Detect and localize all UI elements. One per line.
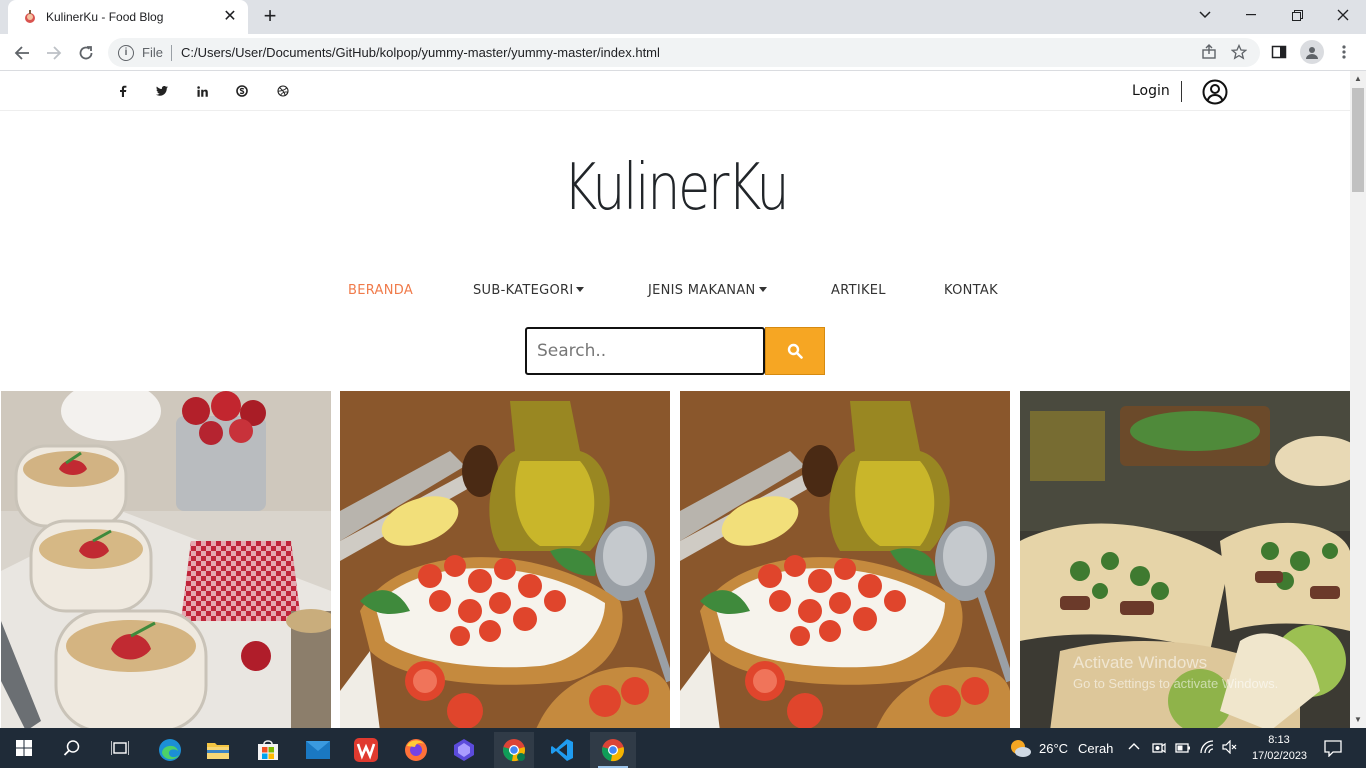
mail-icon[interactable]	[298, 732, 338, 768]
site-info-icon[interactable]: i	[118, 44, 134, 61]
address-bar: i File C:/Users/User/Documents/GitHub/ko…	[0, 34, 1366, 71]
file-explorer-icon[interactable]	[198, 732, 238, 768]
wifi-icon[interactable]	[1199, 740, 1215, 754]
windows-start-icon[interactable]	[4, 730, 44, 766]
search-input[interactable]	[525, 327, 765, 375]
gallery-photo-bruschetta[interactable]	[340, 391, 670, 728]
battery-icon[interactable]	[1175, 742, 1191, 754]
browser-tab-bar: KulinerKu - Food Blog ✕ +	[0, 0, 1366, 34]
clock-time: 8:13	[1268, 734, 1290, 746]
login-link[interactable]: Login	[1132, 83, 1170, 99]
edge-browser-icon[interactable]	[150, 732, 190, 768]
forward-icon[interactable]	[40, 39, 68, 67]
system-clock[interactable]: 8:13 17/02/2023	[1252, 732, 1308, 764]
nav-sub-kategori-label: SUB-KATEGORI	[473, 283, 574, 298]
top-header: Login	[0, 71, 1350, 111]
clock-date: 17/02/2023	[1252, 750, 1308, 762]
microsoft-store-icon[interactable]	[248, 732, 288, 768]
app-hexagon-icon[interactable]	[444, 732, 484, 768]
page-scrollbar[interactable]: ▲ ▼	[1350, 71, 1366, 728]
bookmark-star-icon[interactable]	[1229, 42, 1249, 62]
nav-kontak[interactable]: KONTAK	[944, 283, 998, 298]
restore-icon[interactable]	[1274, 0, 1320, 30]
tab-title: KulinerKu - Food Blog	[46, 10, 164, 24]
share-icon[interactable]	[1199, 42, 1219, 62]
site-logo[interactable]: KulinerKu	[122, 151, 1229, 225]
user-account-icon[interactable]	[1202, 79, 1228, 105]
search-icon	[787, 343, 803, 359]
speaker-muted-icon[interactable]	[1222, 740, 1238, 754]
task-view-icon[interactable]	[100, 730, 140, 766]
scroll-down-icon[interactable]: ▼	[1350, 712, 1366, 728]
browser-menu-icon[interactable]	[1334, 42, 1354, 62]
wps-office-icon[interactable]	[346, 732, 386, 768]
page-viewport: Login KulinerKu BERANDA SUB-KATEGORI JEN…	[0, 71, 1350, 728]
login-divider	[1181, 81, 1182, 102]
search-icon[interactable]	[52, 730, 92, 766]
nav-sub-kategori-dropdown[interactable]: SUB-KATEGORI	[473, 283, 585, 298]
caret-down-icon	[758, 287, 767, 292]
meet-now-icon[interactable]	[1152, 740, 1166, 756]
weather-cloud-sun-icon[interactable]	[1009, 738, 1031, 758]
close-tab-icon[interactable]: ✕	[222, 9, 238, 25]
url-text[interactable]: C:/Users/User/Documents/GitHub/kolpop/yu…	[181, 45, 660, 60]
skype-icon[interactable]	[234, 83, 250, 99]
windows-taskbar: 26°C Cerah 8:13 17/02/2023	[0, 728, 1366, 768]
site-favicon-icon	[25, 10, 35, 23]
new-tab-icon[interactable]: +	[258, 5, 282, 29]
vscode-icon[interactable]	[542, 732, 582, 768]
close-window-icon[interactable]	[1320, 0, 1366, 30]
gallery-photo-oats[interactable]	[1, 391, 331, 728]
side-panel-icon[interactable]	[1269, 42, 1289, 62]
tab-search-icon[interactable]	[1182, 0, 1228, 30]
search-button[interactable]	[765, 327, 825, 375]
gallery-photo-bruschetta-2[interactable]	[680, 391, 1010, 728]
weather-description[interactable]: Cerah	[1078, 741, 1113, 756]
nav-jenis-makanan-dropdown[interactable]: JENIS MAKANAN	[648, 283, 767, 298]
facebook-icon[interactable]	[115, 83, 131, 99]
chrome-profile-icon[interactable]	[494, 732, 534, 768]
notification-center-icon[interactable]	[1324, 739, 1342, 757]
scroll-up-icon[interactable]: ▲	[1350, 71, 1366, 87]
profile-avatar-icon[interactable]	[1300, 40, 1324, 64]
linkedin-icon[interactable]	[194, 83, 210, 99]
activate-windows-title: Activate Windows	[1073, 653, 1208, 672]
browser-tab[interactable]: KulinerKu - Food Blog ✕	[8, 0, 248, 34]
firefox-icon[interactable]	[396, 732, 436, 768]
activate-windows-subtitle: Go to Settings to activate Windows.	[1073, 676, 1279, 691]
caret-down-icon	[576, 287, 585, 292]
chevron-up-icon[interactable]	[1128, 742, 1140, 750]
scrollbar-thumb[interactable]	[1352, 88, 1364, 192]
minimize-icon[interactable]	[1228, 0, 1274, 30]
back-icon[interactable]	[8, 39, 36, 67]
twitter-icon[interactable]	[154, 83, 170, 99]
omnibox[interactable]: i File C:/Users/User/Documents/GitHub/ko…	[108, 38, 1260, 67]
nav-jenis-makanan-label: JENIS MAKANAN	[648, 283, 756, 298]
nav-artikel[interactable]: ARTIKEL	[831, 283, 886, 298]
chrome-icon[interactable]	[590, 732, 636, 768]
dribbble-icon[interactable]	[275, 83, 291, 99]
reload-icon[interactable]	[72, 39, 100, 67]
file-scheme-label: File	[142, 44, 172, 61]
weather-temperature[interactable]: 26°C	[1039, 741, 1068, 756]
nav-beranda[interactable]: BERANDA	[348, 283, 413, 298]
